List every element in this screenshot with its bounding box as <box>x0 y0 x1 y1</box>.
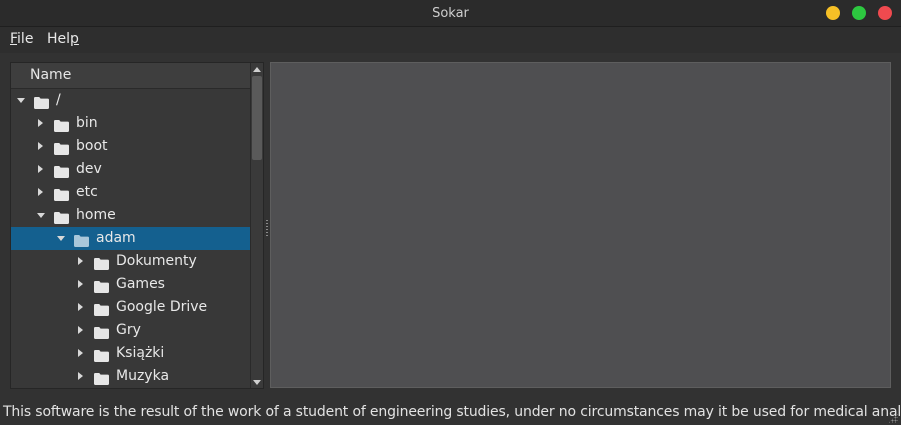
minimize-button[interactable] <box>826 6 840 20</box>
tree-row[interactable]: Dokumenty <box>11 250 250 273</box>
chevron-down-icon[interactable] <box>56 227 66 250</box>
tree-row[interactable]: home <box>11 204 250 227</box>
folder-icon <box>94 347 109 362</box>
splitter-grip-icon <box>266 220 268 236</box>
folder-icon <box>94 278 109 293</box>
tree-row[interactable]: Książki <box>11 342 250 365</box>
tree-row-label: Google Drive <box>116 299 208 315</box>
tree-row-label: Games <box>116 276 165 292</box>
tree-rows: / bin boot dev etc home adam Dokumenty Games Goog… <box>11 89 250 388</box>
tree-vertical-scrollbar[interactable] <box>250 63 263 388</box>
maximize-button[interactable] <box>852 6 866 20</box>
tree-row[interactable]: bin <box>11 112 250 135</box>
folder-icon <box>94 324 109 339</box>
chevron-right-icon[interactable] <box>36 135 46 158</box>
tree-row-label: boot <box>76 138 108 154</box>
status-message: This software is the result of the work … <box>3 404 901 420</box>
chevron-right-icon[interactable] <box>76 342 86 365</box>
chevron-right-icon[interactable] <box>76 319 86 342</box>
chevron-right-icon[interactable] <box>76 296 86 319</box>
window-title: Sokar <box>432 6 469 21</box>
chevron-right-icon[interactable] <box>36 181 46 204</box>
menu-file-mnemonic: F <box>10 31 18 47</box>
chevron-right-icon[interactable] <box>76 250 86 273</box>
menu-help-mnemonic: p <box>70 31 79 47</box>
folder-icon <box>54 209 69 224</box>
tree-row[interactable]: etc <box>11 181 250 204</box>
tree-row-label: Dokumenty <box>116 253 197 269</box>
title-bar: Sokar <box>0 0 901 27</box>
scroll-up-icon[interactable] <box>251 63 263 75</box>
menu-file[interactable]: File <box>10 27 33 51</box>
menu-help-label: Hel <box>47 31 71 47</box>
image-viewer-panel[interactable] <box>270 62 891 388</box>
folder-icon <box>74 232 89 247</box>
file-tree[interactable]: Name / bin boot dev etc home adam Dokumenty Game… <box>10 62 264 389</box>
close-button[interactable] <box>878 6 892 20</box>
scrollbar-thumb[interactable] <box>252 76 262 160</box>
chevron-down-icon[interactable] <box>36 204 46 227</box>
tree-row[interactable]: Muzyka <box>11 365 250 388</box>
chevron-down-icon[interactable] <box>16 89 26 112</box>
status-bar: This software is the result of the work … <box>0 401 901 425</box>
tree-row[interactable]: / <box>11 89 250 112</box>
chevron-right-icon[interactable] <box>36 112 46 135</box>
tree-row[interactable]: dev <box>11 158 250 181</box>
folder-icon <box>34 94 49 109</box>
tree-row[interactable]: Google Drive <box>11 296 250 319</box>
chevron-right-icon[interactable] <box>36 158 46 181</box>
tree-row[interactable]: Gry <box>11 319 250 342</box>
tree-row-label: Gry <box>116 322 141 338</box>
tree-row-label: Książki <box>116 345 165 361</box>
tree-row-label: bin <box>76 115 98 131</box>
scroll-down-icon[interactable] <box>251 376 263 388</box>
tree-row-label: home <box>76 207 116 223</box>
tree-row-label: dev <box>76 161 102 177</box>
folder-icon <box>54 163 69 178</box>
menu-help[interactable]: Help <box>47 27 79 51</box>
menu-file-label: ile <box>17 31 34 47</box>
tree-row-label: Muzyka <box>116 368 170 384</box>
folder-icon <box>94 370 109 385</box>
tree-row-label: adam <box>96 230 136 246</box>
folder-icon <box>94 301 109 316</box>
folder-icon <box>94 255 109 270</box>
tree-header-name[interactable]: Name <box>11 63 250 89</box>
folder-icon <box>54 186 69 201</box>
tree-row[interactable]: boot <box>11 135 250 158</box>
tree-row-label: / <box>56 92 61 108</box>
tree-row[interactable]: Games <box>11 273 250 296</box>
folder-icon <box>54 140 69 155</box>
chevron-right-icon[interactable] <box>76 365 86 388</box>
tree-row-label: etc <box>76 184 98 200</box>
menu-bar: File Help <box>0 27 901 53</box>
chevron-right-icon[interactable] <box>76 273 86 296</box>
folder-icon <box>54 117 69 132</box>
tree-row[interactable]: adam <box>11 227 250 250</box>
